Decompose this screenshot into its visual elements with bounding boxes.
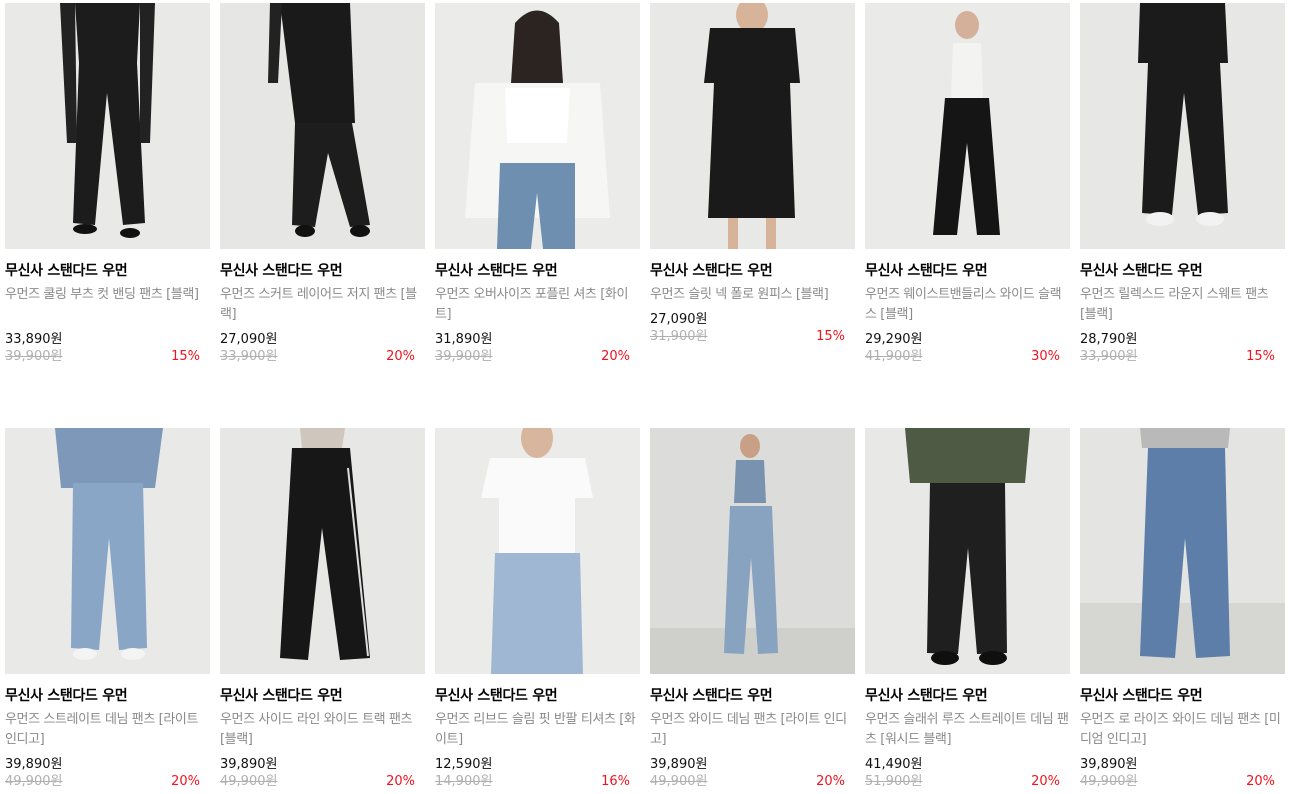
- product-name[interactable]: 우먼즈 스트레이트 데님 팬츠 [라이트 인디고]: [5, 710, 210, 750]
- product-name[interactable]: 우먼즈 슬래쉬 루즈 스트레이트 데님 팬츠 [워시드 블랙]: [865, 710, 1070, 750]
- original-price: 41,900원: [865, 349, 923, 364]
- sale-price: 39,890원: [650, 757, 708, 772]
- original-price: 49,900원: [650, 774, 708, 789]
- brand-name[interactable]: 무신사 스탠다드 우먼: [220, 687, 425, 705]
- price-info: 49,900원 20%: [1080, 773, 1285, 791]
- brand-name[interactable]: 무신사 스탠다드 우먼: [435, 262, 640, 280]
- price-info: 49,900원 20%: [220, 773, 425, 791]
- product-image[interactable]: [865, 3, 1070, 249]
- sale-price: 33,890원: [5, 332, 63, 347]
- original-price: 39,900원: [435, 349, 493, 364]
- discount-rate: 20%: [386, 349, 415, 364]
- original-price: 49,900원: [220, 774, 278, 789]
- sale-price: 29,290원: [865, 332, 923, 347]
- discount-rate: 16%: [601, 774, 630, 789]
- product-card[interactable]: 무신사 스탠다드 우먼 우먼즈 와이드 데님 팬츠 [라이트 인디고] 39,8…: [650, 428, 855, 791]
- original-price: 51,900원: [865, 774, 923, 789]
- discount-rate: 20%: [1246, 774, 1275, 789]
- discount-rate: 20%: [816, 774, 845, 789]
- product-name[interactable]: 우먼즈 오버사이즈 포플린 셔츠 [화이트]: [435, 285, 640, 325]
- brand-name[interactable]: 무신사 스탠다드 우먼: [650, 262, 855, 280]
- product-card[interactable]: 무신사 스탠다드 우먼 우먼즈 로 라이즈 와이드 데님 팬츠 [미디엄 인디고…: [1080, 428, 1285, 791]
- product-name[interactable]: 우먼즈 웨이스트밴들리스 와이드 슬랙스 [블랙]: [865, 285, 1070, 325]
- product-card[interactable]: 무신사 스탠다드 우먼 우먼즈 리브드 슬림 핏 반팔 티셔츠 [화이트] 12…: [435, 428, 640, 791]
- original-price: 49,900원: [1080, 774, 1138, 789]
- discount-rate: 30%: [1031, 349, 1060, 364]
- product-card[interactable]: 무신사 스탠다드 우먼 우먼즈 웨이스트밴들리스 와이드 슬랙스 [블랙] 29…: [865, 3, 1070, 366]
- brand-name[interactable]: 무신사 스탠다드 우먼: [5, 262, 210, 280]
- sale-price: 39,890원: [220, 757, 278, 772]
- sale-price: 28,790원: [1080, 332, 1138, 347]
- product-card[interactable]: 무신사 스탠다드 우먼 우먼즈 쿨링 부츠 컷 밴딩 팬츠 [블랙] 33,89…: [5, 3, 210, 366]
- product-card[interactable]: 무신사 스탠다드 우먼 우먼즈 사이드 라인 와이드 트랙 팬츠 [블랙] 39…: [220, 428, 425, 791]
- sale-price: 39,890원: [5, 757, 63, 772]
- discount-rate: 20%: [171, 774, 200, 789]
- original-price: 39,900원: [5, 349, 63, 364]
- product-name[interactable]: 우먼즈 리브드 슬림 핏 반팔 티셔츠 [화이트]: [435, 710, 640, 750]
- product-card[interactable]: 무신사 스탠다드 우먼 우먼즈 오버사이즈 포플린 셔츠 [화이트] 31,89…: [435, 3, 640, 366]
- price-info: 49,900원 20%: [5, 773, 210, 791]
- price-info: 39,900원 15%: [5, 348, 210, 366]
- brand-name[interactable]: 무신사 스탠다드 우먼: [435, 687, 640, 705]
- product-card[interactable]: 무신사 스탠다드 우먼 우먼즈 릴렉스드 라운지 스웨트 팬츠 [블랙] 28,…: [1080, 3, 1285, 366]
- discount-rate: 15%: [816, 329, 845, 344]
- product-name[interactable]: 우먼즈 슬릿 넥 폴로 원피스 [블랙]: [650, 285, 855, 305]
- discount-rate: 20%: [1031, 774, 1060, 789]
- original-price: 31,900원: [650, 329, 708, 344]
- product-name[interactable]: 우먼즈 스커트 레이어드 저지 팬츠 [블랙]: [220, 285, 425, 325]
- product-image[interactable]: [5, 428, 210, 674]
- product-image[interactable]: [435, 3, 640, 249]
- brand-name[interactable]: 무신사 스탠다드 우먼: [650, 687, 855, 705]
- product-image[interactable]: [220, 3, 425, 249]
- product-name[interactable]: 우먼즈 릴렉스드 라운지 스웨트 팬츠 [블랙]: [1080, 285, 1285, 325]
- product-name[interactable]: 우먼즈 로 라이즈 와이드 데님 팬츠 [미디엄 인디고]: [1080, 710, 1285, 750]
- sale-price: 12,590원: [435, 757, 493, 772]
- original-price: 33,900원: [220, 349, 278, 364]
- discount-rate: 20%: [386, 774, 415, 789]
- brand-name[interactable]: 무신사 스탠다드 우먼: [5, 687, 210, 705]
- discount-rate: 20%: [601, 349, 630, 364]
- product-name[interactable]: 우먼즈 와이드 데님 팬츠 [라이트 인디고]: [650, 710, 855, 750]
- original-price: 49,900원: [5, 774, 63, 789]
- product-image[interactable]: [650, 428, 855, 674]
- product-name[interactable]: 우먼즈 사이드 라인 와이드 트랙 팬츠 [블랙]: [220, 710, 425, 750]
- price-info: 49,900원 20%: [650, 773, 855, 791]
- product-card[interactable]: 무신사 스탠다드 우먼 우먼즈 슬래쉬 루즈 스트레이트 데님 팬츠 [워시드 …: [865, 428, 1070, 791]
- discount-rate: 15%: [171, 349, 200, 364]
- product-image[interactable]: [220, 428, 425, 674]
- price-info: 41,900원 30%: [865, 348, 1070, 366]
- sale-price: 27,090원: [220, 332, 278, 347]
- price-info: 33,900원 20%: [220, 348, 425, 366]
- price-info: 14,900원 16%: [435, 773, 640, 791]
- product-card[interactable]: 무신사 스탠다드 우먼 우먼즈 스트레이트 데님 팬츠 [라이트 인디고] 39…: [5, 428, 210, 791]
- price-info: 51,900원 20%: [865, 773, 1070, 791]
- product-card[interactable]: 무신사 스탠다드 우먼 우먼즈 스커트 레이어드 저지 팬츠 [블랙] 27,0…: [220, 3, 425, 366]
- original-price: 14,900원: [435, 774, 493, 789]
- discount-rate: 15%: [1246, 349, 1275, 364]
- brand-name[interactable]: 무신사 스탠다드 우먼: [220, 262, 425, 280]
- product-card[interactable]: 무신사 스탠다드 우먼 우먼즈 슬릿 넥 폴로 원피스 [블랙] 27,090원…: [650, 3, 855, 366]
- product-image[interactable]: [650, 3, 855, 249]
- product-name[interactable]: 우먼즈 쿨링 부츠 컷 밴딩 팬츠 [블랙]: [5, 285, 210, 325]
- product-image[interactable]: [1080, 428, 1285, 674]
- sale-price: 39,890원: [1080, 757, 1138, 772]
- price-info: 33,900원 15%: [1080, 348, 1285, 366]
- price-info: 39,900원 20%: [435, 348, 640, 366]
- sale-price: 41,490원: [865, 757, 923, 772]
- product-image[interactable]: [865, 428, 1070, 674]
- product-row: 무신사 스탠다드 우먼 우먼즈 스트레이트 데님 팬츠 [라이트 인디고] 39…: [5, 428, 1293, 791]
- brand-name[interactable]: 무신사 스탠다드 우먼: [1080, 687, 1285, 705]
- sale-price: 31,890원: [435, 332, 493, 347]
- product-image[interactable]: [1080, 3, 1285, 249]
- brand-name[interactable]: 무신사 스탠다드 우먼: [1080, 262, 1285, 280]
- product-image[interactable]: [5, 3, 210, 249]
- brand-name[interactable]: 무신사 스탠다드 우먼: [865, 687, 1070, 705]
- product-image[interactable]: [435, 428, 640, 674]
- product-row: 무신사 스탠다드 우먼 우먼즈 쿨링 부츠 컷 밴딩 팬츠 [블랙] 33,89…: [5, 3, 1293, 366]
- sale-price: 27,090원: [650, 312, 708, 327]
- brand-name[interactable]: 무신사 스탠다드 우먼: [865, 262, 1070, 280]
- original-price: 33,900원: [1080, 349, 1138, 364]
- price-info: 31,900원 15%: [650, 328, 855, 346]
